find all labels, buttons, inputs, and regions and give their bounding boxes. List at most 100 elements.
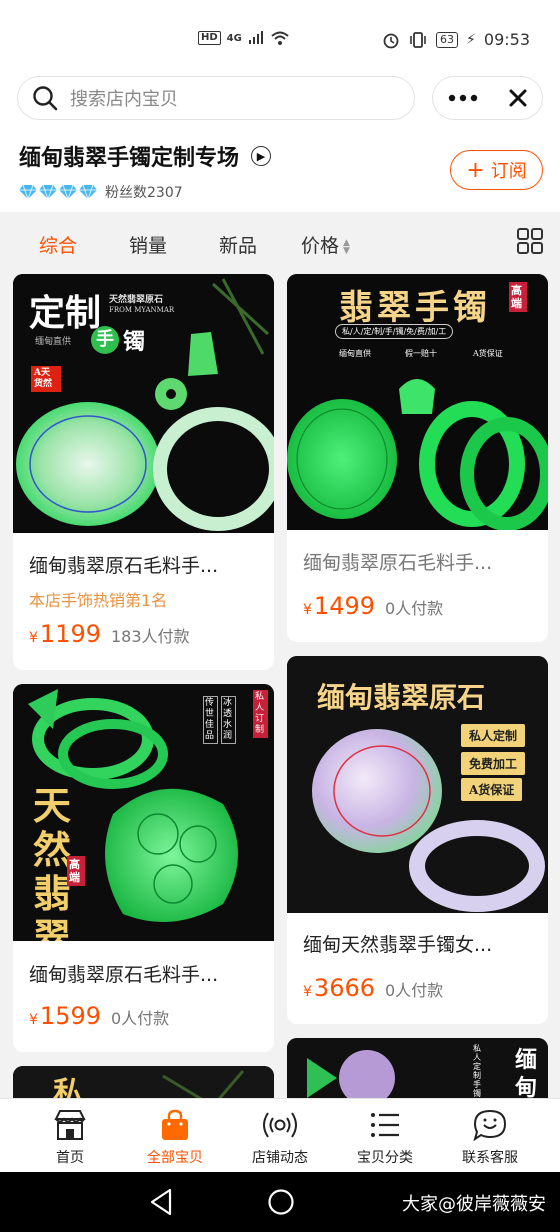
product-tag: 本店手饰热销第1名	[29, 591, 168, 610]
tab-label: 店铺动态	[252, 1150, 308, 1166]
tab-label: 宝贝分类	[357, 1150, 413, 1166]
charging-icon: ⚡	[466, 31, 476, 48]
sort-price[interactable]: 价格 ▲ ▼	[301, 231, 350, 258]
back-icon[interactable]	[148, 1188, 174, 1216]
price-value: 1599	[39, 1002, 101, 1030]
price-value: 1499	[313, 592, 375, 620]
image-text-main: 定制	[29, 292, 102, 334]
image-text: 高端	[509, 282, 527, 312]
signal-icon	[248, 31, 263, 44]
image-text: 假一赔十	[405, 349, 437, 358]
image-text: 私人定制手镯	[473, 1044, 481, 1098]
home-icon[interactable]	[267, 1188, 295, 1216]
product-card[interactable]: 定制 天然翡翠原石 FROM MYANMAR 缅甸直供 手 镯 A天货然 缅甸翡…	[13, 274, 274, 670]
shop-header: 搜索店内宝贝	[0, 70, 560, 130]
clock: 09:53	[483, 30, 530, 49]
shop-title: 缅甸翡翠手镯定制专场	[19, 146, 240, 171]
broadcast-icon	[263, 1112, 297, 1138]
watermark-text: 大家@彼岸薇薇安	[402, 1194, 546, 1215]
tab-categories[interactable]: 宝贝分类	[329, 1099, 441, 1173]
price-value: 3666	[313, 974, 375, 1002]
image-text: A货保证	[461, 778, 523, 801]
image-text: 传世佳品	[203, 696, 218, 744]
product-card[interactable]: 翡翠手镯 高端 私/人/定/制/手/镯/免/费/加/工 缅甸直供 假一赔十 A货…	[287, 274, 548, 642]
search-input[interactable]: 搜索店内宝贝	[17, 76, 415, 120]
currency-symbol: ¥	[303, 984, 312, 1000]
more-icon[interactable]	[448, 94, 478, 102]
image-text: 天然翡翠原石	[109, 295, 164, 305]
wifi-icon	[271, 31, 289, 45]
product-name: 缅甸天然翡翠手镯女...	[303, 934, 493, 956]
image-text: 冰透水润	[221, 696, 236, 744]
tab-home[interactable]: 首页	[14, 1099, 126, 1173]
hd-badge: HD	[198, 31, 221, 45]
subscribe-label: 订阅	[490, 161, 527, 182]
product-image: 定制 天然翡翠原石 FROM MYANMAR 缅甸直供 手 镯 A天货然	[13, 274, 274, 533]
sold-count: 0人付款	[385, 599, 444, 618]
tab-customer-service[interactable]: 联系客服	[434, 1099, 546, 1173]
product-name: 缅甸翡翠原石毛料手...	[303, 552, 493, 574]
product-card[interactable]: 天然翡翠 高端 传世佳品 冰透水润 私人订制 缅甸翡翠原石毛料手... ¥ 15…	[13, 684, 274, 1052]
fans-count: 粉丝数2307	[105, 185, 183, 201]
image-text: FROM MYANMAR	[109, 306, 175, 314]
network-label: 4G	[226, 32, 242, 44]
close-icon[interactable]	[509, 89, 527, 107]
alarm-icon	[383, 33, 399, 48]
subscribe-button[interactable]: + 订阅	[450, 150, 543, 190]
status-left: HD 4G	[198, 30, 290, 46]
shopping-bag-icon	[162, 1109, 188, 1140]
search-placeholder: 搜索店内宝贝	[70, 89, 178, 110]
grid-view-icon[interactable]	[517, 228, 543, 254]
search-icon	[33, 86, 58, 111]
tab-store-feed[interactable]: 店铺动态	[224, 1099, 336, 1173]
sort-bar: 综合 销量 新品 价格 ▲ ▼	[0, 212, 560, 274]
shop-title-link[interactable]: 缅甸翡翠手镯定制专场 ▶	[19, 140, 272, 172]
sort-sales[interactable]: 销量	[129, 231, 167, 258]
status-bar: HD 4G 63 ⚡ 09:53	[0, 0, 560, 70]
bottom-tab-bar: 首页 全部宝贝 店铺动态 宝贝分类 联系客服	[0, 1098, 560, 1173]
sold-count: 183人付款	[111, 627, 190, 646]
currency-symbol: ¥	[303, 602, 312, 618]
image-text: 高端	[67, 856, 85, 886]
status-right: 63 ⚡ 09:53	[382, 30, 530, 49]
diamond-icon	[79, 185, 97, 199]
image-text: 私人订制	[253, 690, 268, 738]
battery-indicator: 63	[436, 31, 459, 48]
product-price: ¥ 3666 0人付款	[303, 974, 443, 1002]
header-actions	[432, 76, 543, 120]
image-text: 私/人/定/制/手/镯/免/费/加/工	[335, 324, 454, 339]
chevron-right-icon: ▶	[251, 146, 272, 166]
product-name: 缅甸翡翠原石毛料手...	[29, 964, 219, 986]
image-text: 免费加工	[461, 752, 526, 775]
tab-all-items[interactable]: 全部宝贝	[119, 1099, 231, 1173]
image-text: 缅甸直供	[339, 349, 371, 358]
image-text: 缅甸直供	[35, 337, 72, 347]
image-text-main: 缅甸翡翠原石	[317, 681, 486, 714]
shop-info: 缅甸翡翠手镯定制专场 ▶ 粉丝数2307 + 订阅	[0, 130, 560, 212]
tab-label: 首页	[56, 1150, 84, 1166]
sort-arrows-icon: ▲ ▼	[343, 237, 350, 256]
tab-label: 全部宝贝	[147, 1150, 203, 1166]
system-nav-bar: 大家@彼岸薇薇安	[0, 1172, 560, 1232]
currency-symbol: ¥	[29, 630, 38, 646]
product-price: ¥ 1199 183人付款	[29, 620, 190, 648]
vibrate-icon	[410, 31, 426, 48]
tab-label: 联系客服	[462, 1150, 518, 1166]
diamond-icon	[39, 185, 57, 199]
image-text: A货保证	[473, 349, 503, 358]
diamond-icon	[19, 185, 37, 199]
sort-price-label: 价格	[301, 235, 340, 257]
image-text-main: 翡翠手镯	[339, 288, 491, 328]
sort-new[interactable]: 新品	[219, 231, 257, 258]
product-card[interactable]: 缅甸翡翠原石 私人定制 免费加工 A货保证 缅甸天然翡翠手镯女... ¥ 366…	[287, 656, 548, 1024]
price-value: 1199	[39, 620, 101, 648]
store-icon	[54, 1110, 86, 1140]
image-text: 私人定制	[461, 724, 526, 747]
plus-icon: +	[466, 157, 485, 183]
image-text-main: 缅甸	[515, 1047, 538, 1101]
sort-comprehensive[interactable]: 综合	[39, 231, 77, 258]
currency-symbol: ¥	[29, 1012, 38, 1028]
product-image: 翡翠手镯 高端 私/人/定/制/手/镯/免/费/加/工 缅甸直供 假一赔十 A货…	[287, 274, 548, 530]
list-icon	[371, 1113, 399, 1137]
shop-rating: 粉丝数2307	[19, 182, 183, 202]
